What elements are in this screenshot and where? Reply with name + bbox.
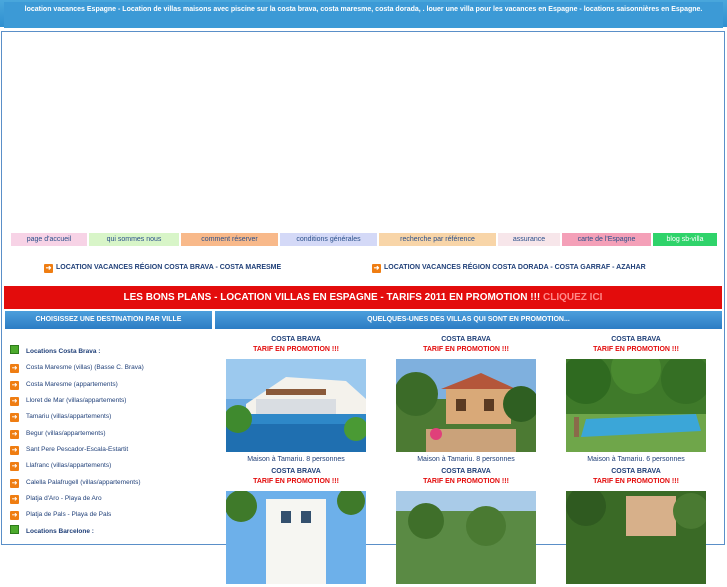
- sidebar-heading: CHOISISSEZ UNE DESTINATION PAR VILLE: [5, 311, 212, 329]
- list-item-label: Platja d'Aro - Playa de Aro: [26, 495, 102, 503]
- arrow-right-icon: ➜: [10, 397, 19, 407]
- promo-click-link[interactable]: CLIQUEZ ICI: [543, 292, 602, 303]
- list-item-label: Platja de Pals - Playa de Pals: [26, 511, 112, 519]
- list-item-label: Locations Costa Brava :: [26, 348, 101, 355]
- list-item-label: Calella Palafrugell (villas/appartements…: [26, 478, 141, 486]
- card-caption: Maison à Tamariu. 8 personnes: [417, 456, 515, 463]
- villa-photo-stone-house[interactable]: [396, 359, 536, 452]
- list-item[interactable]: ➜ Sant Pere Pescador-Escala-Estartit: [10, 442, 210, 458]
- promo-villas-heading: QUELQUES-UNES DES VILLAS QUI SONT EN PRO…: [215, 311, 722, 329]
- villa-photo-image: [396, 491, 536, 584]
- region-link-label: LOCATION VACANCES RÉGION COSTA DORADA - …: [384, 264, 646, 271]
- region-link-costa-brava[interactable]: ➜ LOCATION VACANCES RÉGION COSTA BRAVA - …: [44, 262, 281, 274]
- region-link-label: LOCATION VACANCES RÉGION COSTA BRAVA - C…: [56, 264, 282, 271]
- card-region: COSTA BRAVA: [611, 468, 661, 475]
- arrow-right-icon: ➜: [10, 364, 19, 374]
- arrow-right-icon: ➜: [10, 429, 19, 439]
- villa-card[interactable]: COSTA BRAVA TARIF EN PROMOTION !!!: [211, 467, 381, 587]
- villa-photo-pool-garden[interactable]: [566, 359, 706, 452]
- list-item-label: Locations Barcelone :: [26, 527, 94, 535]
- villa-photo-image: [566, 491, 706, 584]
- list-item[interactable]: ➜ Calella Palafrugell (villas/appartement…: [10, 475, 210, 491]
- main-navigation: page d'accueil qui sommes nous comment r…: [11, 233, 717, 246]
- list-item-label: Begur (villas/appartements): [26, 429, 106, 437]
- card-region: COSTA BRAVA: [271, 336, 321, 343]
- list-item-label: Llafranc (villas/appartements): [26, 462, 112, 470]
- list-item[interactable]: ➜ Costa Maresme (villas) (Basse C. Brava): [10, 360, 210, 376]
- nav-spain-map[interactable]: carte de l'Espagne: [562, 233, 651, 246]
- list-item[interactable]: ➜ Llafranc (villas/appartements): [10, 458, 210, 474]
- villa-photo-pool-terrace[interactable]: [226, 359, 366, 452]
- arrow-right-icon: ➜: [10, 446, 19, 456]
- villa-photo-sea-view[interactable]: [396, 491, 536, 584]
- list-item: Locations Costa Brava :: [10, 344, 210, 360]
- card-tarif: TARIF EN PROMOTION !!!: [253, 478, 339, 485]
- nav-insurance[interactable]: assurance: [498, 233, 560, 246]
- list-item[interactable]: ➜ Platja d'Aro - Playa de Aro: [10, 491, 210, 507]
- arrow-right-icon: ➜: [10, 380, 19, 390]
- villa-card[interactable]: COSTA BRAVA TARIF EN PROMOTION !!!: [381, 467, 551, 587]
- list-item-label: Lloret de Mar (villas/appartements): [26, 397, 127, 405]
- villa-photo-garden-house[interactable]: [566, 491, 706, 584]
- card-region: COSTA BRAVA: [441, 336, 491, 343]
- villa-photo-image: [226, 491, 366, 584]
- list-item: Locations Barcelone :: [10, 524, 210, 540]
- list-item[interactable]: ➜ Costa Maresme (appartements): [10, 377, 210, 393]
- list-item[interactable]: ➜ Lloret de Mar (villas/appartements): [10, 393, 210, 409]
- list-item-label: Costa Maresme (appartements): [26, 380, 118, 388]
- nav-blog[interactable]: blog sb-villa: [653, 233, 717, 246]
- list-item[interactable]: ➜ Platja de Pals - Playa de Pals: [10, 507, 210, 523]
- villa-photo-image: [226, 359, 366, 452]
- nav-how-to-book[interactable]: comment réserver: [181, 233, 278, 246]
- card-region: COSTA BRAVA: [271, 468, 321, 475]
- list-item[interactable]: ➜ Begur (villas/appartements): [10, 426, 210, 442]
- villa-photo-image: [396, 359, 536, 452]
- arrow-right-icon: ➜: [10, 511, 19, 521]
- card-region: COSTA BRAVA: [611, 336, 661, 343]
- villa-card[interactable]: COSTA BRAVA TARIF EN PROMOTION !!! Maiso…: [211, 335, 381, 465]
- promo-banner[interactable]: LES BONS PLANS - LOCATION VILLAS EN ESPA…: [4, 286, 722, 309]
- nav-home[interactable]: page d'accueil: [11, 233, 87, 246]
- list-item-label: Tamariu (villas/appartements): [26, 413, 112, 421]
- arrow-right-icon: ➜: [10, 478, 19, 488]
- arrow-right-icon: ➜: [10, 462, 19, 472]
- card-tarif: TARIF EN PROMOTION !!!: [423, 346, 509, 353]
- list-item-label: Costa Maresme (villas) (Basse C. Brava): [26, 364, 144, 372]
- villa-card[interactable]: COSTA BRAVA TARIF EN PROMOTION !!!: [551, 467, 721, 587]
- arrow-right-icon: ➜: [44, 264, 53, 273]
- region-link-costa-dorada[interactable]: ➜ LOCATION VACANCES RÉGION COSTA DORADA -…: [372, 262, 646, 274]
- card-tarif: TARIF EN PROMOTION !!!: [593, 346, 679, 353]
- card-caption: Maison à Tamariu. 6 personnes: [587, 456, 685, 463]
- flash-banner-area: [3, 33, 723, 229]
- nav-about-us[interactable]: qui sommes nous: [89, 233, 179, 246]
- nav-terms[interactable]: conditions générales: [280, 233, 377, 246]
- promo-text: LES BONS PLANS - LOCATION VILLAS EN ESPA…: [123, 292, 544, 303]
- card-caption: Maison à Tamariu. 8 personnes: [247, 456, 345, 463]
- villa-card[interactable]: COSTA BRAVA TARIF EN PROMOTION !!! Maiso…: [551, 335, 721, 465]
- list-item-label: Sant Pere Pescador-Escala-Estartit: [26, 446, 129, 454]
- card-tarif: TARIF EN PROMOTION !!!: [423, 478, 509, 485]
- green-square-icon: [10, 345, 19, 354]
- card-tarif: TARIF EN PROMOTION !!!: [593, 478, 679, 485]
- arrow-right-icon: ➜: [10, 495, 19, 505]
- villa-photo-image: [566, 359, 706, 452]
- site-title-bar: location vacances Espagne - Location de …: [4, 2, 723, 28]
- region-links: ➜ LOCATION VACANCES RÉGION COSTA BRAVA - …: [44, 262, 684, 274]
- arrow-right-icon: ➜: [372, 264, 381, 273]
- villa-photo-white-house[interactable]: [226, 491, 366, 584]
- list-item[interactable]: ➜ Tamariu (villas/appartements): [10, 409, 210, 425]
- arrow-right-icon: ➜: [10, 413, 19, 423]
- card-region: COSTA BRAVA: [441, 468, 491, 475]
- card-tarif: TARIF EN PROMOTION !!!: [253, 346, 339, 353]
- green-square-icon: [10, 524, 19, 534]
- villa-card[interactable]: COSTA BRAVA TARIF EN PROMOTION !!! Maiso…: [381, 335, 551, 465]
- nav-search-reference[interactable]: recherche par référence: [379, 233, 496, 246]
- destination-list: Locations Costa Brava : ➜ Costa Maresme (…: [10, 344, 210, 540]
